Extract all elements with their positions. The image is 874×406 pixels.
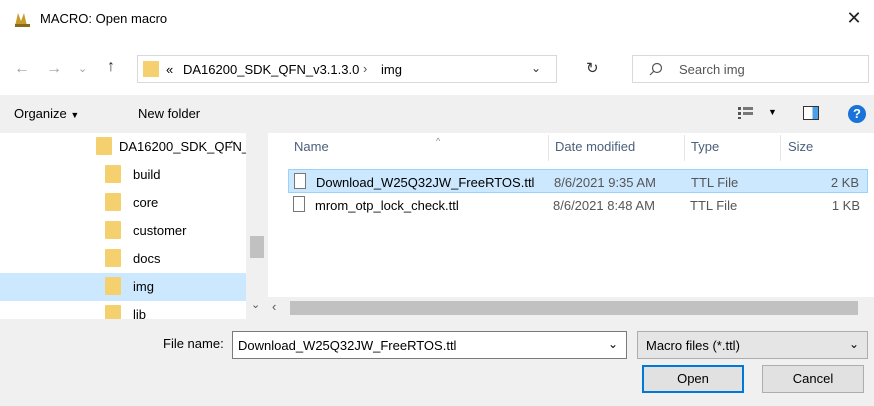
column-divider[interactable] [548,135,549,161]
view-options-icon[interactable] [738,107,754,119]
recent-locations-icon[interactable]: ⌄ [78,59,87,79]
file-date: 8/6/2021 9:35 AM [554,175,656,190]
file-type: TTL File [690,198,738,213]
folder-icon [105,249,121,267]
scroll-thumb[interactable] [250,236,264,258]
toolbar: Organize ▼ New folder ▼ ? [0,95,874,133]
organize-dropdown-icon: ▼ [70,110,80,120]
folder-icon [105,305,121,319]
folder-icon [105,221,121,239]
refresh-icon[interactable]: ↻ [586,59,599,77]
file-row[interactable]: mrom_otp_lock_check.ttl 8/6/2021 8:48 AM… [288,193,868,217]
forward-arrow-icon[interactable]: → [46,59,62,79]
chevron-down-icon[interactable]: ⌄ [608,337,618,351]
preview-pane-icon[interactable] [803,106,819,120]
scroll-left-icon[interactable]: ‹ [272,299,276,314]
file-row[interactable]: Download_W25Q32JW_FreeRTOS.ttl 8/6/2021 … [288,169,868,193]
cancel-button[interactable]: Cancel [762,365,864,393]
back-arrow-icon[interactable]: ← [14,59,30,79]
column-header-type[interactable]: Type [691,139,719,154]
navigation-pane: DA16200_SDK_QFN_v ^ build core customer … [0,133,268,319]
title-bar: MACRO: Open macro ✕ [0,0,874,40]
chevron-down-icon: ⌄ [848,337,859,351]
chevron-down-icon[interactable]: ⌄ [531,61,541,75]
search-icon [649,62,663,76]
nav-item-build[interactable]: build [0,161,246,189]
column-divider[interactable] [780,135,781,161]
column-header-name[interactable]: Name [294,139,329,154]
close-icon[interactable]: ✕ [842,6,866,30]
folder-icon [105,193,121,211]
file-icon [294,173,306,189]
file-name: mrom_otp_lock_check.ttl [315,198,459,213]
nav-item-label: docs [133,251,161,266]
scroll-down-icon[interactable]: ⌄ [251,298,260,311]
macro-app-icon [14,11,32,27]
file-size: 1 KB [831,198,860,213]
nav-item-label: build [133,167,161,182]
nav-item-docs[interactable]: docs [0,245,246,273]
folder-icon [105,277,121,295]
search-input[interactable]: Search img [632,55,869,83]
help-icon[interactable]: ? [848,105,866,123]
filename-value: Download_W25Q32JW_FreeRTOS.ttl [238,338,457,353]
file-name: Download_W25Q32JW_FreeRTOS.ttl [316,175,535,190]
address-bar[interactable]: « DA16200_SDK_QFN_v3.1.3.0 › img ⌄ [137,55,557,83]
up-arrow-icon[interactable]: ↑ [107,58,115,76]
nav-scrollbar[interactable]: ⌄ [246,133,268,319]
breadcrumb-folder[interactable]: DA16200_SDK_QFN_v3.1.3.0 [183,62,359,77]
footer-panel: File name: Download_W25Q32JW_FreeRTOS.tt… [0,319,874,406]
column-header-date[interactable]: Date modified [555,139,635,154]
nav-item-label: img [133,279,154,294]
nav-item-label: lib [133,307,147,319]
open-button[interactable]: Open [642,365,744,393]
search-placeholder: Search img [679,62,745,77]
horizontal-scrollbar[interactable]: ‹ [268,297,874,319]
filter-value: Macro files (*.ttl) [646,338,740,353]
path-overflow[interactable]: « [166,62,173,77]
organize-button[interactable]: Organize ▼ [14,106,79,121]
window-title: MACRO: Open macro [40,11,168,26]
column-divider[interactable] [684,135,685,161]
file-size: 2 KB [830,175,859,190]
nav-item-lib[interactable]: lib [0,301,246,319]
nav-item-label: core [133,195,159,210]
filename-input[interactable]: Download_W25Q32JW_FreeRTOS.ttl ⌄ [232,331,627,359]
filename-label: File name: [163,336,224,351]
nav-item-core[interactable]: core [0,189,246,217]
nav-item-label: customer [133,223,187,238]
view-dropdown-icon[interactable]: ▼ [768,107,777,117]
sort-indicator-icon: ^ [436,136,441,146]
folder-icon [143,61,159,77]
file-icon [293,196,305,212]
column-header-size[interactable]: Size [788,139,813,154]
nav-item-customer[interactable]: customer [0,217,246,245]
scroll-thumb[interactable] [290,301,858,315]
breadcrumb-separator: › [363,61,368,76]
scroll-up-icon[interactable]: ^ [229,138,235,152]
nav-item-sdk[interactable]: DA16200_SDK_QFN_v [0,133,256,161]
file-type-filter[interactable]: Macro files (*.ttl) ⌄ [637,331,868,359]
nav-item-img[interactable]: img [0,273,246,301]
folder-icon [105,165,121,183]
breadcrumb-subfolder[interactable]: img [381,62,402,77]
folder-icon [96,137,112,155]
nav-item-label: DA16200_SDK_QFN_v [119,139,256,154]
file-type: TTL File [691,175,739,190]
organize-label: Organize [14,106,67,121]
new-folder-button[interactable]: New folder [138,106,200,121]
file-date: 8/6/2021 8:48 AM [553,198,655,213]
